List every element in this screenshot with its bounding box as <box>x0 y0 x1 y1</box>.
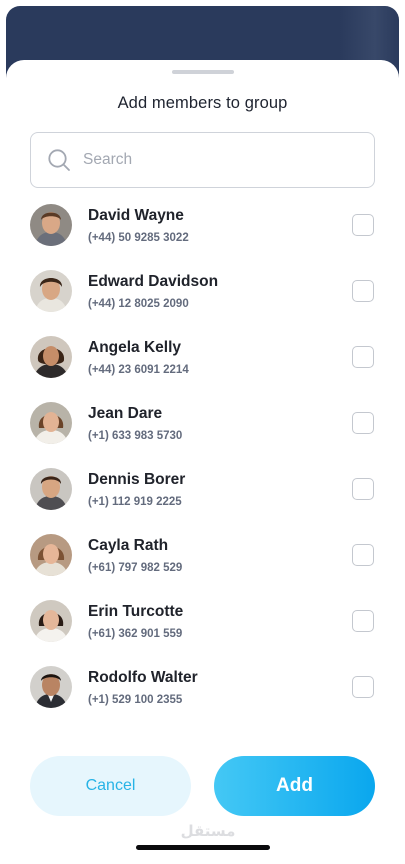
avatar <box>30 270 72 312</box>
member-name: Cayla Rath <box>88 537 169 554</box>
member-row[interactable]: Edward Davidson (+44) 12 8025 2090 <box>6 264 399 330</box>
member-row[interactable]: Cayla Rath (+61) 797 982 529 <box>6 528 399 594</box>
watermark-logo: مستقل <box>180 822 236 840</box>
member-row[interactable]: Erin Turcotte (+61) 362 901 559 <box>6 594 399 660</box>
member-checkbox[interactable] <box>352 346 374 368</box>
avatar <box>30 204 72 246</box>
member-phone: (+1) 633 983 5730 <box>88 430 183 442</box>
member-row[interactable]: David Wayne (+44) 50 9285 3022 <box>6 198 399 264</box>
member-phone: (+1) 529 100 2355 <box>88 694 183 706</box>
member-row[interactable]: Dennis Borer (+1) 112 919 2225 <box>6 462 399 528</box>
avatar <box>30 534 72 576</box>
member-checkbox[interactable] <box>352 676 374 698</box>
avatar <box>30 336 72 378</box>
member-checkbox[interactable] <box>352 280 374 302</box>
avatar <box>30 402 72 444</box>
member-row[interactable]: Rodolfo Walter (+1) 529 100 2355 <box>6 660 399 726</box>
member-name: Erin Turcotte <box>88 603 184 620</box>
search-icon <box>47 148 71 172</box>
member-name: Edward Davidson <box>88 273 219 290</box>
member-phone: (+44) 23 6091 2214 <box>88 364 189 376</box>
member-phone: (+61) 362 901 559 <box>88 628 183 640</box>
member-phone: (+1) 112 919 2225 <box>88 496 182 508</box>
avatar <box>30 468 72 510</box>
cancel-button[interactable]: Cancel <box>30 756 191 816</box>
member-list: David Wayne (+44) 50 9285 3022 Edward Da… <box>6 198 399 726</box>
member-row[interactable]: Jean Dare (+1) 633 983 5730 <box>6 396 399 462</box>
member-row[interactable]: Angela Kelly (+44) 23 6091 2214 <box>6 330 399 396</box>
member-checkbox[interactable] <box>352 544 374 566</box>
avatar <box>30 600 72 642</box>
member-name: Angela Kelly <box>88 339 182 356</box>
sheet-drag-handle[interactable] <box>172 70 234 74</box>
add-button[interactable]: Add <box>214 756 375 816</box>
sheet-title: Add members to group <box>117 94 288 112</box>
member-checkbox[interactable] <box>352 478 374 500</box>
home-indicator <box>136 845 270 850</box>
member-checkbox[interactable] <box>352 610 374 632</box>
search-box[interactable] <box>30 132 375 188</box>
member-phone: (+44) 50 9285 3022 <box>88 232 189 244</box>
member-phone: (+44) 12 8025 2090 <box>88 298 189 310</box>
bottom-sheet: Add members to group David Wayne (+44) 5… <box>6 60 399 860</box>
member-name: David Wayne <box>88 207 184 224</box>
avatar <box>30 666 72 708</box>
member-name: Dennis Borer <box>88 471 186 488</box>
member-name: Rodolfo Walter <box>88 669 198 686</box>
search-input[interactable] <box>83 151 343 169</box>
member-phone: (+61) 797 982 529 <box>88 562 183 574</box>
member-name: Jean Dare <box>88 405 163 422</box>
member-checkbox[interactable] <box>352 214 374 236</box>
member-checkbox[interactable] <box>352 412 374 434</box>
